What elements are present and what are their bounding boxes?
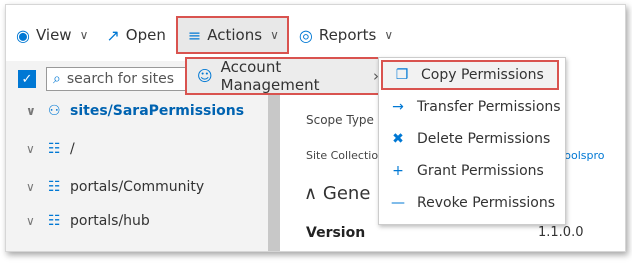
tree-item-root[interactable]: ∨ ☷ / xyxy=(26,141,75,157)
scope-type-label: Scope Type xyxy=(306,113,374,127)
chevron-down-icon: ∨ xyxy=(26,104,36,118)
open-external-icon: ↗ xyxy=(106,25,120,45)
actions-button[interactable]: ≡ Actions ∨ xyxy=(175,16,289,54)
version-value: 1.1.0.0 xyxy=(538,225,584,240)
delete-permissions-item[interactable]: ✖ Delete Permissions xyxy=(379,124,563,154)
submenu-label: Delete Permissions xyxy=(417,131,551,147)
grant-permissions-item[interactable]: + Grant Permissions xyxy=(379,156,563,186)
search-input[interactable]: ⌕ search for sites xyxy=(46,67,196,91)
search-placeholder: search for sites xyxy=(66,71,175,87)
submenu-label: Transfer Permissions xyxy=(417,99,561,115)
minus-icon: — xyxy=(391,195,405,211)
submenu-label: Revoke Permissions xyxy=(417,195,556,211)
site-hierarchy-icon: ☷ xyxy=(48,141,61,157)
view-label: View xyxy=(35,26,72,44)
open-button[interactable]: ↗ Open xyxy=(96,18,173,52)
copy-permissions-item[interactable]: ❐ Copy Permissions xyxy=(381,60,559,90)
reports-button[interactable]: ◎ Reports ∨ xyxy=(289,18,401,52)
chevron-down-icon: ∨ xyxy=(270,28,279,42)
tree-item-label: portals/hub xyxy=(70,213,150,229)
chevron-up-icon: ∧ xyxy=(304,183,323,204)
submenu-label: Copy Permissions xyxy=(421,67,544,83)
chevron-down-icon: ∨ xyxy=(26,180,35,194)
reports-label: Reports xyxy=(318,26,377,44)
tree-item-label: sites/SaraPermissions xyxy=(70,103,245,119)
view-button[interactable]: ◉ View ∨ xyxy=(6,18,96,52)
tree-item-sara-permissions[interactable]: ∨ ⚇ sites/SaraPermissions xyxy=(26,103,244,119)
app-window: ◉ View ∨ ↗ Open ≡ Actions ∨ ◎ Reports ∨ … xyxy=(5,4,626,252)
account-management-icon: ☺ xyxy=(197,67,213,85)
permissions-submenu: ❐ Copy Permissions → Transfer Permission… xyxy=(378,57,566,225)
site-users-icon: ⚇ xyxy=(48,103,61,119)
reports-icon: ◎ xyxy=(298,25,313,45)
tree-item-community[interactable]: ∨ ☷ portals/Community xyxy=(26,179,204,195)
tree-item-label: / xyxy=(70,141,75,157)
trash-icon: ✖ xyxy=(392,131,404,147)
site-collection-label: Site Collectio xyxy=(306,149,379,162)
plus-icon: + xyxy=(392,163,404,179)
chevron-down-icon: ∨ xyxy=(79,28,89,42)
search-icon: ⌕ xyxy=(53,71,61,87)
chevron-down-icon: ∨ xyxy=(26,214,35,228)
transfer-permissions-item[interactable]: → Transfer Permissions xyxy=(379,92,563,122)
account-management-menu-item[interactable]: ☺ Account Management › xyxy=(185,57,381,95)
arrow-right-icon: → xyxy=(392,99,404,115)
search-row: ✓ ⌕ search for sites xyxy=(18,67,196,91)
general-section-header[interactable]: ∧ Gene xyxy=(304,183,370,204)
open-label: Open xyxy=(125,26,166,44)
eye-icon: ◉ xyxy=(16,25,30,45)
toolbar: ◉ View ∨ ↗ Open ≡ Actions ∨ ◎ Reports ∨ xyxy=(6,13,625,57)
actions-icon: ≡ xyxy=(187,25,202,45)
chevron-down-icon: ∨ xyxy=(384,28,394,42)
select-all-checkbox[interactable]: ✓ xyxy=(18,70,36,88)
site-hierarchy-icon: ☷ xyxy=(48,179,61,195)
tree-item-label: portals/Community xyxy=(70,179,205,195)
tree-item-hub[interactable]: ∨ ☷ portals/hub xyxy=(26,213,150,229)
version-label: Version xyxy=(306,225,366,241)
revoke-permissions-item[interactable]: — Revoke Permissions xyxy=(379,188,563,218)
chevron-down-icon: ∨ xyxy=(26,142,35,156)
site-hierarchy-icon: ☷ xyxy=(48,213,61,229)
submenu-label: Grant Permissions xyxy=(417,163,544,179)
menu-item-label: Account Management xyxy=(220,58,320,94)
copy-icon: ❐ xyxy=(395,67,409,83)
actions-label: Actions xyxy=(207,26,263,44)
